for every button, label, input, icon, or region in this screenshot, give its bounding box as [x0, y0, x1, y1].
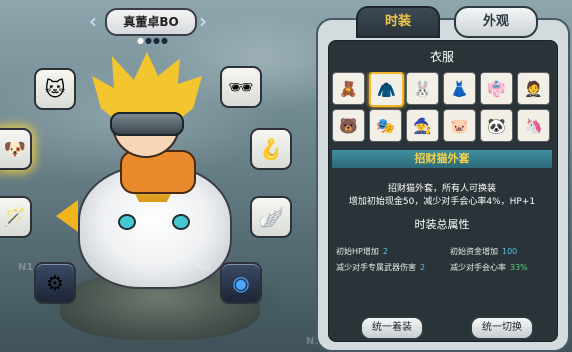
tiger-eye-right [172, 214, 190, 230]
clothes-item-icon: 👗 [450, 79, 469, 98]
slot-wings[interactable]: 🪽 [250, 196, 292, 238]
wear-all-button[interactable]: 统一着装 [360, 316, 424, 340]
next-character-button[interactable]: › [195, 10, 211, 32]
stat-weapon-damage-value: 2 [420, 263, 426, 272]
character-body [120, 150, 196, 194]
clothes-grid: 🧸 🧥 🐰 👗 👘 🤵 🐻 🎭 🧙 🐷 🐼 🦄 [332, 72, 552, 142]
mech-icon: ⚙ [46, 271, 64, 295]
stat-crit-rate-label: 减少对手会心率 [450, 263, 506, 272]
glasses-icon: 🕶 [228, 75, 254, 99]
stat-crit-rate: 减少对手会心率 33% [450, 262, 528, 273]
pet-icon: 🐶 [3, 138, 27, 160]
clothes-item-icon: 🦄 [524, 116, 543, 135]
stat-hp-value: 2 [382, 247, 388, 256]
slot-mount-weapon[interactable]: ⚙ [34, 262, 76, 304]
prev-character-button[interactable]: ‹ [85, 10, 101, 32]
clothes-item-icon: 🧙 [413, 116, 432, 135]
stat-funds-label: 初始资金增加 [450, 247, 498, 256]
clothes-item-icon: 🤵 [524, 79, 543, 98]
clothes-item-7[interactable]: 🎭 [369, 109, 402, 142]
clothes-item-icon: 👘 [487, 79, 506, 98]
slot-pet[interactable]: 🐶 [0, 128, 32, 170]
clothes-item-icon: 🐼 [487, 116, 506, 135]
clothes-item-9[interactable]: 🐷 [443, 109, 476, 142]
slot-orb[interactable]: ◉ [220, 262, 262, 304]
tab-fashion[interactable]: 时装 [356, 6, 440, 38]
stat-weapon-damage-label: 减少对手专属武器伤害 [336, 263, 416, 272]
ghost-label-n1: N1 [18, 262, 34, 273]
clothes-item-6[interactable]: 🐻 [332, 109, 365, 142]
stat-hp: 初始HP增加 2 [336, 246, 388, 257]
slot-glasses[interactable]: 🕶 [220, 66, 262, 108]
clothes-item-icon: 🐻 [339, 116, 358, 135]
clothes-item-5[interactable]: 🤵 [517, 72, 550, 105]
character-goggles [110, 112, 184, 136]
wings-icon: 🪽 [258, 205, 284, 229]
switch-all-button[interactable]: 统一切换 [470, 316, 534, 340]
clothes-item-icon: 🎭 [376, 116, 395, 135]
hook-icon: 🪝 [258, 137, 284, 161]
stat-weapon-damage: 减少对手专属武器伤害 2 [336, 262, 425, 273]
clothes-item-4[interactable]: 👘 [480, 72, 513, 105]
clothes-item-icon: 🧸 [339, 79, 358, 98]
clothes-item-2[interactable]: 🐰 [406, 72, 439, 105]
orb-icon: ◉ [232, 271, 250, 295]
clothes-item-8[interactable]: 🧙 [406, 109, 439, 142]
page-dot-active: ● [137, 36, 145, 45]
clothes-item-1[interactable]: 🧥 [369, 72, 404, 107]
stat-hp-label: 初始HP增加 [336, 247, 379, 256]
lucky-cat-icon: 🐱 [44, 77, 66, 101]
description-line-2: 增加初始现金50，减少对手会心率4%，HP+1 [348, 197, 536, 207]
rotate-left-arrow-icon[interactable] [56, 200, 78, 232]
clothes-item-11[interactable]: 🦄 [517, 109, 550, 142]
character-name-bar: ‹ 真董卓BO › ●●●● [85, 6, 215, 45]
page-indicator: ●●●● [137, 36, 169, 45]
clothes-section-title: 衣服 [429, 50, 454, 64]
character-name: 真董卓BO [105, 8, 197, 36]
clothes-item-icon: 🐷 [450, 116, 469, 135]
clothes-item-icon: 🧥 [377, 80, 396, 99]
clothes-item-0[interactable]: 🧸 [332, 72, 365, 105]
clothes-item-3[interactable]: 👗 [443, 72, 476, 105]
stat-crit-rate-value: 33% [510, 263, 528, 272]
selected-item-name: 招财猫外套 [332, 150, 552, 168]
stat-funds-value: 100 [502, 247, 518, 256]
clothes-item-10[interactable]: 🐼 [480, 109, 513, 142]
wand-icon: 🪄 [3, 206, 27, 228]
ghost-label-n3: N3 [196, 262, 212, 273]
tab-appearance[interactable]: 外观 [454, 6, 538, 38]
slot-hook[interactable]: 🪝 [250, 128, 292, 170]
tiger-eye-left [118, 214, 136, 230]
slot-lucky-cat[interactable]: 🐱 [34, 68, 76, 110]
description-line-1: 招财猫外套，所有人可换装 [387, 184, 496, 194]
selected-item-description: 招财猫外套，所有人可换装 增加初始现金50，减少对手会心率4%，HP+1 [332, 183, 552, 209]
page-dots-rest: ●●● [144, 36, 169, 45]
clothes-item-icon: 🐰 [413, 79, 432, 98]
slot-wand[interactable]: 🪄 [0, 196, 32, 238]
stat-funds: 初始资金增加 100 [450, 246, 517, 257]
total-attributes-title: 时装总属性 [414, 218, 470, 231]
